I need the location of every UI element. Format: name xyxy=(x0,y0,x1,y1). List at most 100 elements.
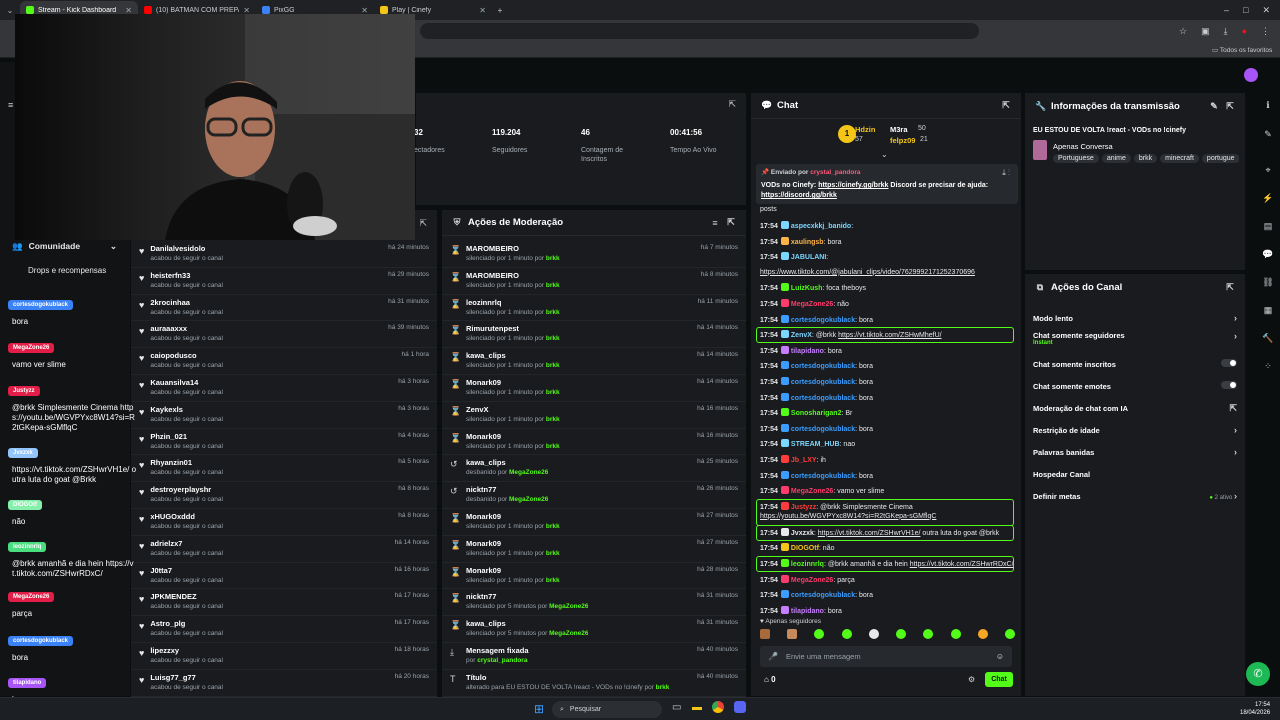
moderator-name[interactable]: brkk xyxy=(656,684,670,691)
chat-message[interactable]: 17:54 MegaZone26: vamo ver slime xyxy=(760,486,884,496)
task-view-icon[interactable]: ▭ xyxy=(672,702,681,713)
chat-message[interactable]: 17:54 Sonosharigan2: Br xyxy=(760,408,852,418)
chat-message[interactable]: 17:54 JABULANI: xyxy=(760,252,828,262)
moderation-row[interactable]: ↺ kawa_clips desbanido por MegaZone26 há 25… xyxy=(442,455,746,483)
moderator-name[interactable]: brkk xyxy=(546,255,560,262)
moderator-name[interactable]: brkk xyxy=(546,389,560,396)
follower-name[interactable]: Kaykexls xyxy=(150,405,223,414)
chat-username[interactable]: ZenvX xyxy=(791,332,812,339)
edit-icon[interactable]: ✎ xyxy=(1209,101,1219,112)
moderator-name[interactable]: MegaZone26 xyxy=(549,603,588,610)
link-icon[interactable]: ⛓ xyxy=(1262,277,1274,288)
filter-icon[interactable]: ≡ xyxy=(710,218,720,228)
moderator-name[interactable]: brkk xyxy=(546,335,560,342)
chat-username[interactable]: cortesdogokublack xyxy=(791,592,855,599)
chat-message[interactable]: 17:54 leozinnrlq: @brkk amanhã e dia hein… xyxy=(760,558,1014,569)
chat-username[interactable]: aspecxkkj_banido xyxy=(791,223,851,230)
moderator-name[interactable]: brkk xyxy=(546,523,560,530)
minimize-icon[interactable]: – xyxy=(1224,5,1229,16)
chat-username[interactable]: cortesdogokublack xyxy=(791,426,855,433)
emoji-icon[interactable]: ☺ xyxy=(996,652,1004,661)
moderation-row[interactable]: ⌛ nicktn77 silenciado por 5 minutos por Me… xyxy=(442,589,746,617)
follower-name[interactable]: destroyerplayshr xyxy=(150,485,223,494)
expand-icon[interactable]: ⇱ xyxy=(1225,282,1235,293)
moderated-user[interactable]: Monark09 xyxy=(466,432,560,441)
follower-name[interactable]: caiopodusco xyxy=(150,351,223,360)
nodes-icon[interactable]: ⁘ xyxy=(1262,361,1274,372)
emote-icon[interactable] xyxy=(923,629,934,639)
chat-icon[interactable]: 💬 xyxy=(1262,249,1274,260)
expand-leaderboard-icon[interactable]: ⌄ xyxy=(881,150,888,159)
chat-link[interactable]: https://www.tiktok.com/@jabulani_clips/v… xyxy=(760,269,975,276)
follower-name[interactable]: 2krocinhaa xyxy=(150,298,223,307)
moderation-row[interactable]: ⌛ Monark09 silenciado por 1 minuto por brk… xyxy=(442,509,746,536)
moderator-name[interactable]: MegaZone26 xyxy=(509,469,548,476)
microphone-icon[interactable]: 🎤 xyxy=(768,652,778,661)
chat-username[interactable]: cortesdogokublack xyxy=(791,317,855,324)
chat-username[interactable]: leozinnrlq xyxy=(791,561,824,568)
user-avatar[interactable] xyxy=(1244,68,1258,82)
chat-message[interactable]: 17:54 MegaZone26: não xyxy=(760,298,849,309)
emote-icon[interactable] xyxy=(868,629,879,639)
subs-only-toggle[interactable] xyxy=(1221,359,1237,367)
ai-moderation[interactable]: Moderação de chat com IA ⇱ xyxy=(1025,397,1245,419)
chat-message[interactable]: 17:54 cortesdogokublack: bora xyxy=(760,590,873,600)
subs-only-mode[interactable]: Chat somente inscritos xyxy=(1025,353,1245,375)
chat-link[interactable]: https://vt.tiktok.com/ZSHwrRDxC/ xyxy=(910,561,1014,568)
age-restriction[interactable]: Restrição de idade › xyxy=(1025,419,1245,441)
follower-row[interactable]: ♥ Rhyanzin01 acabou de seguir o canal há 5 … xyxy=(131,455,437,483)
chat-message[interactable]: https://www.tiktok.com/@jabulani_clips/v… xyxy=(760,268,975,277)
follower-name[interactable]: Rhyanzin01 xyxy=(150,458,223,467)
emote-icon[interactable] xyxy=(787,629,798,639)
chat-message[interactable]: 17:54 Justyzz: @brkk Simplesmente Cinema … xyxy=(760,501,936,521)
expand-icon[interactable]: ⇱ xyxy=(1001,100,1011,111)
chat-message[interactable]: 17:54 tilapidano: bora xyxy=(760,345,842,356)
follower-name[interactable]: lipezzxy xyxy=(150,646,223,655)
chat-username[interactable]: MegaZone26 xyxy=(791,488,833,495)
expand-icon[interactable]: ⇱ xyxy=(419,218,427,229)
leader-first[interactable]: Hdzin xyxy=(855,125,875,134)
moderated-user[interactable]: kawa_clips xyxy=(466,458,548,467)
moderation-row[interactable]: ⌛ leozinnrlq silenciado por 1 minuto por b… xyxy=(442,295,746,322)
chat-message[interactable]: 17:54 cortesdogokublack: bora xyxy=(760,423,873,434)
moderation-row[interactable]: ⤓ Mensagem fixada por crystal_pandora há 40… xyxy=(442,643,746,670)
moderation-row[interactable]: ⌛ MAROMBEIRO silenciado por 1 minuto por b… xyxy=(442,268,746,295)
chat-username[interactable]: MegaZone26 xyxy=(791,301,833,308)
send-chat-button[interactable]: Chat xyxy=(985,672,1013,687)
menu-icon[interactable]: ⋮ xyxy=(1261,26,1270,37)
leader-third[interactable]: felpz09 xyxy=(890,136,915,145)
moderation-row[interactable]: ⌛ Monark09 silenciado por 1 minuto por brk… xyxy=(442,375,746,402)
chat-input[interactable]: 🎤 Envie uma mensagem ☺ xyxy=(760,646,1012,667)
moderation-row[interactable]: ⌛ Rimurutenpest silenciado por 1 minuto po… xyxy=(442,321,746,349)
followers-only-mode[interactable]: Chat somente seguidores Instant › xyxy=(1025,329,1245,353)
chat-link[interactable]: https://vt.tiktok.com/ZSHwrVH1e/ xyxy=(818,530,921,537)
emote-icon[interactable] xyxy=(950,629,961,639)
whatsapp-icon[interactable]: ✆ xyxy=(1246,662,1270,686)
moderation-row[interactable]: ⌛ Monark09 silenciado por 1 minuto por brk… xyxy=(442,536,746,563)
follower-row[interactable]: ♥ auraaaxxx acabou de seguir o canal há 39 … xyxy=(131,321,437,349)
chat-username[interactable]: tilapidano xyxy=(791,348,824,355)
chat-message[interactable]: 17:54 xaulingsb: bora xyxy=(760,236,842,247)
chat-message[interactable]: 17:54 cortesdogokublack: bora xyxy=(760,376,873,387)
moderator-name[interactable]: brkk xyxy=(546,577,560,584)
moderator-name[interactable]: brkk xyxy=(546,282,560,289)
chat-username[interactable]: cortesdogokublack xyxy=(791,379,855,386)
expand-icon[interactable]: ⇱ xyxy=(728,99,736,110)
expand-icon[interactable]: ⇱ xyxy=(726,217,736,228)
folder-icon[interactable]: ▬ xyxy=(692,702,702,713)
tool-icon[interactable]: 🔨 xyxy=(1262,333,1274,344)
pencil-icon[interactable]: ✎ xyxy=(1262,129,1274,140)
stream-category[interactable]: Apenas Conversa xyxy=(1053,142,1113,151)
moderated-user[interactable]: Monark09 xyxy=(466,378,560,387)
chat-username[interactable]: MegaZone26 xyxy=(791,577,833,584)
pin-icon[interactable]: ⤓ ⋮ xyxy=(1002,168,1010,178)
chat-username[interactable]: Jvxzxk xyxy=(791,530,814,537)
follower-row[interactable]: ♥ caiopodusco acabou de seguir o canal há 1… xyxy=(131,348,437,375)
follower-name[interactable]: adrielzx7 xyxy=(150,539,223,548)
moderator-name[interactable]: brkk xyxy=(546,309,560,316)
moderated-user[interactable]: kawa_clips xyxy=(466,619,588,628)
info-icon[interactable]: ℹ xyxy=(1262,100,1274,111)
chat-link[interactable]: https://youtu.be/WGVPYxc8W14?si=R2tGKepa… xyxy=(760,513,936,520)
moderated-user[interactable]: MAROMBEIRO xyxy=(466,271,560,280)
windows-start-icon[interactable]: ⊞ xyxy=(534,702,544,716)
